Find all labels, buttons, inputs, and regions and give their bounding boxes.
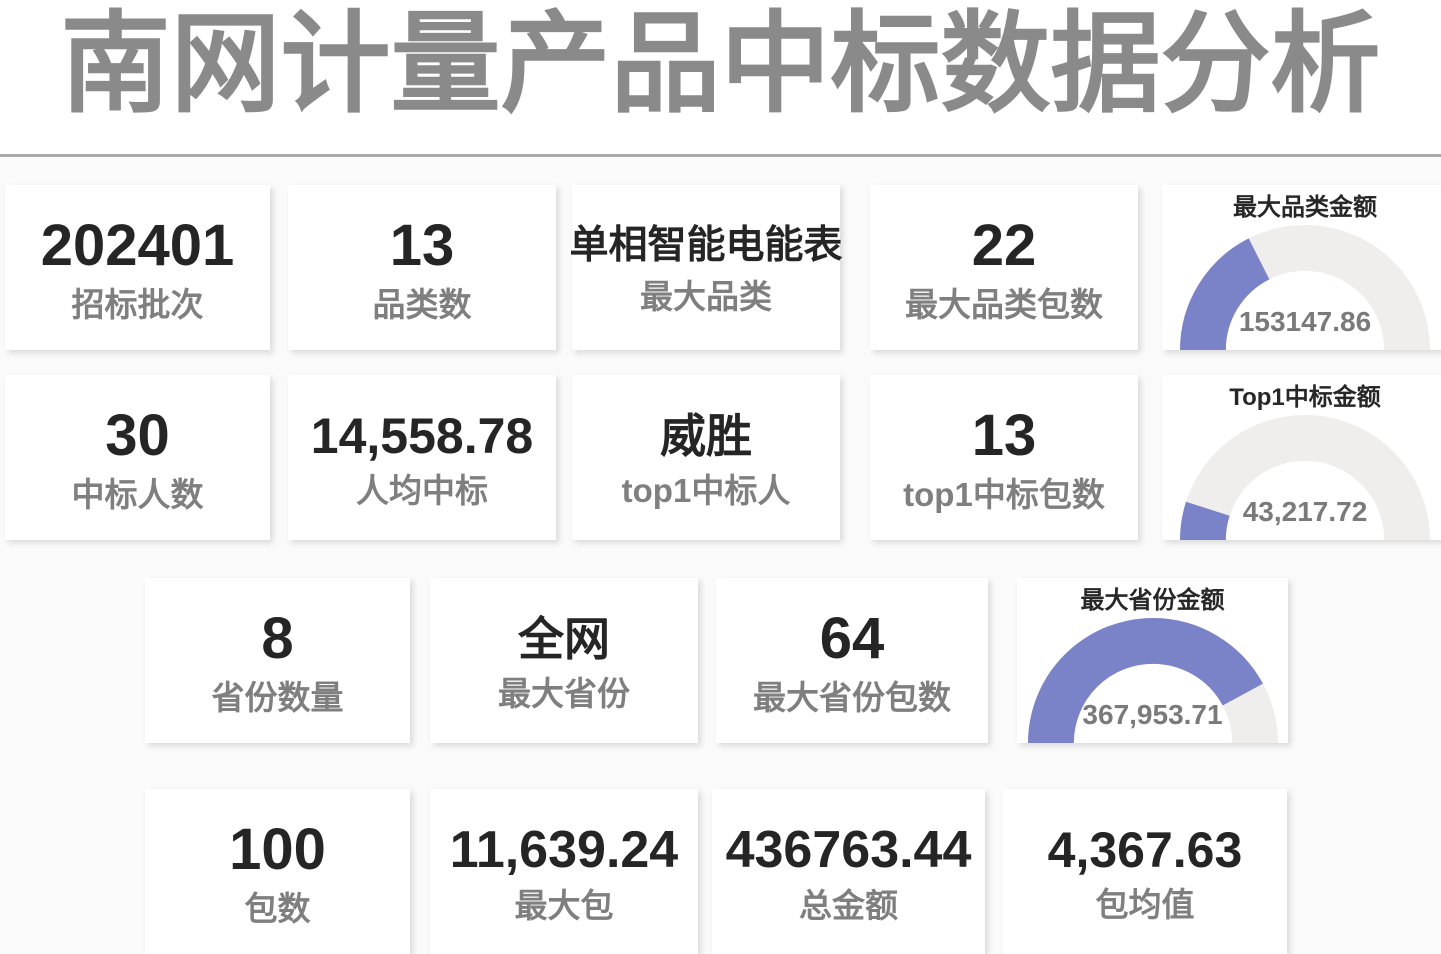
kpi-value: 14,558.78	[311, 410, 533, 463]
kpi-label: 最大品类	[640, 279, 772, 315]
kpi-label: 招标批次	[72, 287, 204, 323]
gauge-title: Top1中标金额	[1229, 385, 1381, 411]
kpi-value: 30	[105, 406, 170, 467]
kpi-label: 最大品类包数	[905, 287, 1103, 323]
gauge-card-max-province-amount: 最大省份金额 367,953.71	[1017, 578, 1288, 743]
kpi-card-province-count: 8 省份数量	[145, 578, 410, 743]
kpi-card-avg-per-winner: 14,558.78 人均中标	[288, 375, 556, 540]
kpi-value: 13	[390, 216, 455, 277]
kpi-card-max-package: 11,639.24 最大包	[430, 789, 698, 954]
kpi-label: 包数	[245, 891, 311, 927]
gauge-value: 367,953.71	[1028, 699, 1278, 731]
kpi-value: 436763.44	[726, 823, 972, 878]
kpi-card-max-category-packages: 22 最大品类包数	[870, 185, 1138, 350]
header-divider	[0, 154, 1441, 157]
gauge-value: 153147.86	[1180, 306, 1430, 338]
gauge-card-max-category-amount: 最大品类金额 153147.86	[1162, 185, 1441, 350]
kpi-card-max-category: 单相智能电能表 最大品类	[572, 185, 840, 350]
gauge-chart: 43,217.72	[1180, 415, 1430, 540]
kpi-card-max-province-packages: 64 最大省份包数	[716, 578, 988, 743]
kpi-value: 202401	[41, 216, 235, 277]
kpi-value: 8	[261, 609, 293, 670]
kpi-value: 22	[972, 216, 1037, 277]
kpi-label: 包均值	[1096, 887, 1195, 923]
dashboard: { "title": "南网计量产品中标数据分析", "colors": { "…	[0, 0, 1441, 945]
kpi-label: 品类数	[373, 287, 472, 323]
gauge-title: 最大品类金额	[1233, 195, 1377, 221]
kpi-card-top1-winner: 威胜 top1中标人	[572, 375, 840, 540]
kpi-card-winner-count: 30 中标人数	[5, 375, 270, 540]
gauge-value: 43,217.72	[1180, 496, 1430, 528]
kpi-label: 总金额	[799, 888, 898, 924]
kpi-label: top1中标包数	[903, 477, 1105, 513]
header-band: 南网计量产品中标数据分析	[0, 0, 1441, 154]
kpi-value: 13	[972, 406, 1037, 467]
gauge-card-top1-amount: Top1中标金额 43,217.72	[1162, 375, 1441, 540]
kpi-label: 最大省份	[498, 676, 630, 712]
kpi-card-total-amount: 436763.44 总金额	[712, 789, 985, 954]
kpi-label: 中标人数	[72, 477, 204, 513]
kpi-card-package-average: 4,367.63 包均值	[1003, 789, 1287, 954]
kpi-value: 威胜	[660, 410, 752, 463]
kpi-card-bid-batch: 202401 招标批次	[5, 185, 270, 350]
kpi-value: 单相智能电能表	[570, 224, 843, 269]
kpi-label: top1中标人	[622, 473, 791, 509]
kpi-label: 最大包	[515, 888, 614, 924]
page-title: 南网计量产品中标数据分析	[0, 0, 1441, 134]
kpi-card-top1-packages: 13 top1中标包数	[870, 375, 1138, 540]
kpi-label: 人均中标	[356, 473, 488, 509]
kpi-label: 最大省份包数	[753, 680, 951, 716]
gauge-chart: 153147.86	[1180, 225, 1430, 350]
kpi-card-package-count: 100 包数	[145, 789, 410, 954]
kpi-value: 100	[229, 820, 326, 881]
gauge-title: 最大省份金额	[1081, 588, 1225, 614]
gauge-chart: 367,953.71	[1028, 618, 1278, 743]
kpi-value: 11,639.24	[450, 823, 678, 878]
kpi-label: 省份数量	[212, 680, 344, 716]
kpi-card-category-count: 13 品类数	[288, 185, 556, 350]
kpi-card-max-province: 全网 最大省份	[430, 578, 698, 743]
kpi-value: 64	[820, 609, 885, 670]
kpi-value: 全网	[518, 613, 610, 666]
kpi-value: 4,367.63	[1048, 824, 1243, 877]
